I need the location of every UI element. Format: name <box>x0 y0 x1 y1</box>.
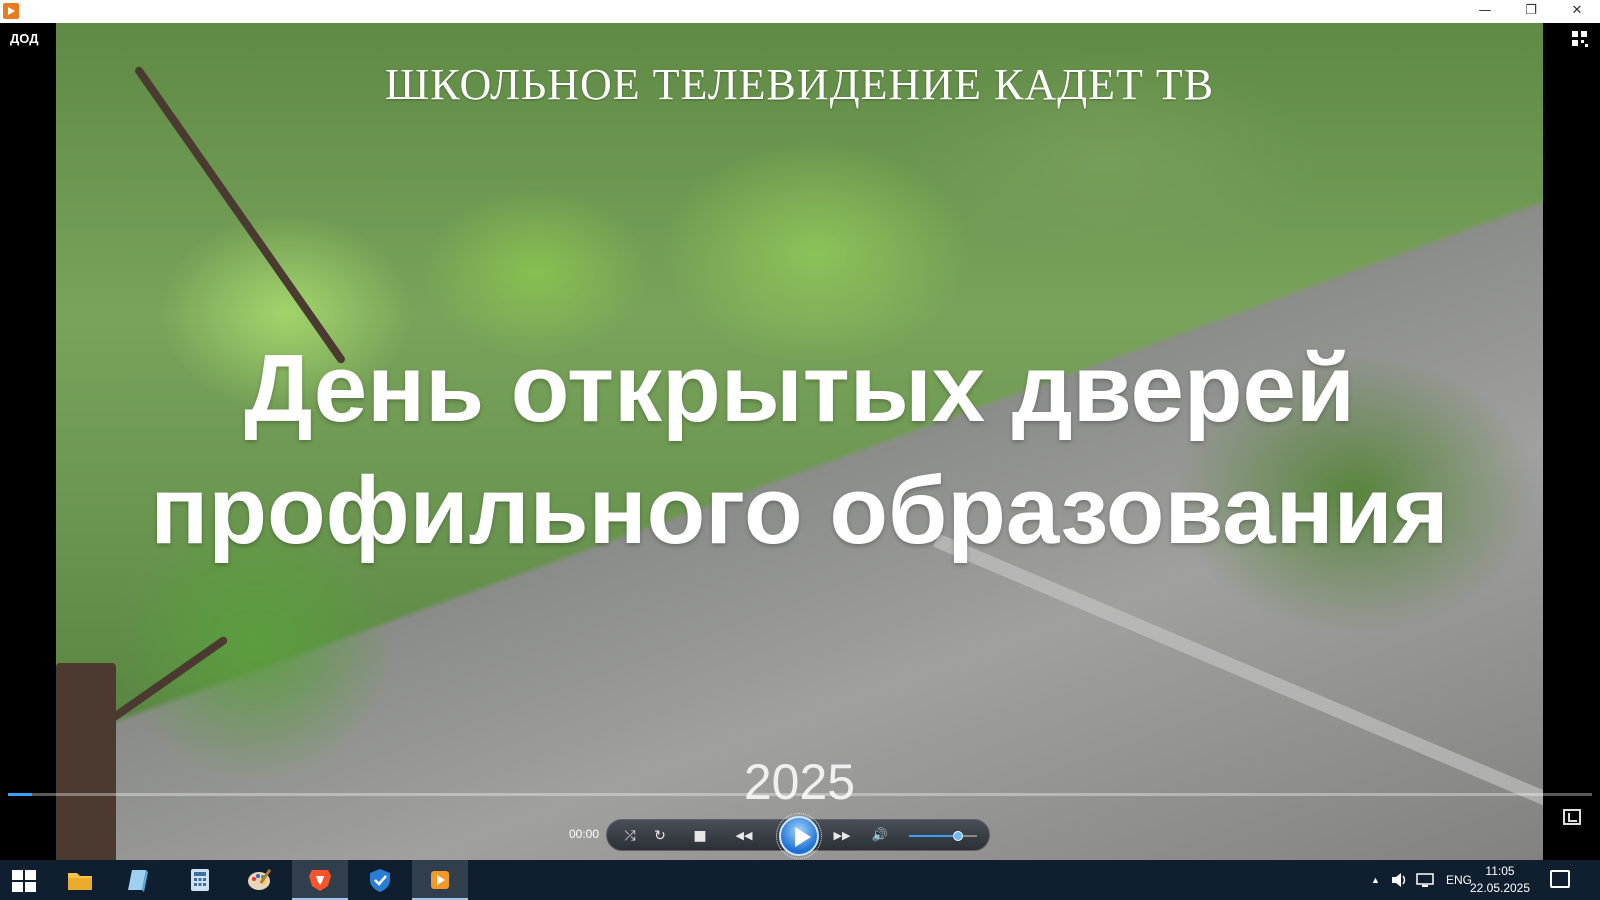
taskbar-notepad[interactable] <box>112 860 168 900</box>
close-button[interactable]: ✕ <box>1554 0 1600 23</box>
clock-date: 22.05.2025 <box>1469 881 1531 895</box>
folder-icon <box>68 873 92 890</box>
volume-slider-handle[interactable] <box>952 831 963 841</box>
taskbar-calculator[interactable] <box>172 860 228 900</box>
show-hidden-icons-button[interactable]: ▲ <box>1371 860 1380 900</box>
repeat-button[interactable]: ↻ <box>649 826 671 846</box>
windows-logo-icon <box>12 870 36 892</box>
previous-button[interactable]: ◀◀ <box>729 826 759 846</box>
video-title-overlay: День открытых дверей профильного образов… <box>56 328 1543 572</box>
minimize-button[interactable]: — <box>1462 0 1508 23</box>
video-year-overlay: 2025 <box>743 754 856 810</box>
stop-button[interactable]: ■ <box>689 826 711 846</box>
shield-icon <box>370 869 390 892</box>
media-player-app-icon[interactable] <box>3 3 19 19</box>
clock-time: 11:05 <box>1485 864 1515 878</box>
taskbar-brave-browser[interactable] <box>292 860 348 900</box>
video-frame[interactable]: ШКОЛЬНОЕ ТЕЛЕВИДЕНИЕ КАДЕТ ТВ День откры… <box>56 23 1543 860</box>
restore-button[interactable]: ❐ <box>1508 0 1554 23</box>
system-clock[interactable]: 11:05 22.05.2025 <box>1465 863 1535 897</box>
start-button[interactable] <box>0 860 56 900</box>
shuffle-button[interactable]: ⤮ <box>619 826 641 846</box>
switch-to-library-icon[interactable] <box>1571 30 1589 48</box>
speaker-icon[interactable] <box>1390 872 1408 888</box>
tree-branch-decoration <box>133 65 347 365</box>
video-channel-heading: ШКОЛЬНОЕ ТЕЛЕВИДЕНИЕ КАДЕТ ТВ <box>384 60 1215 109</box>
volume-level <box>909 835 958 837</box>
seek-bar-progress <box>8 793 32 796</box>
taskbar: ▲ ENG 11:05 22.05.2025 <box>0 860 1600 900</box>
playback-controls: ⤮ ↻ ■ ◀◀ ▶▶ 🔊 <box>606 813 990 859</box>
play-button[interactable] <box>776 813 822 859</box>
network-icon[interactable] <box>1416 872 1434 888</box>
next-button[interactable]: ▶▶ <box>827 826 857 846</box>
video-title-line-1: День открытых дверей <box>244 335 1355 442</box>
taskbar-file-explorer[interactable] <box>52 860 108 900</box>
notepad-icon <box>128 870 148 892</box>
switch-to-skin-icon[interactable] <box>1563 809 1581 825</box>
video-title-line-2: профильного образования <box>150 457 1449 564</box>
taskbar-paint[interactable] <box>232 860 288 900</box>
video-player[interactable]: ДОД ШКОЛЬНОЕ ТЕЛЕВИДЕНИЕ КАДЕТ ТВ День о… <box>0 23 1600 860</box>
action-center-icon[interactable] <box>1550 870 1570 888</box>
taskbar-media-player[interactable] <box>412 860 468 900</box>
volume-icon[interactable]: 🔊 <box>869 826 891 846</box>
paint-palette-icon <box>248 868 272 890</box>
media-player-icon <box>431 871 449 889</box>
file-name-label: ДОД <box>10 31 39 46</box>
current-time: 00:00 <box>569 827 600 841</box>
calculator-icon <box>191 869 209 891</box>
taskbar-defender[interactable] <box>352 860 408 900</box>
volume-slider[interactable] <box>909 831 977 841</box>
seek-bar[interactable] <box>8 793 1592 796</box>
brave-lion-icon <box>309 870 331 891</box>
title-bar: — ❐ ✕ <box>0 0 1600 23</box>
